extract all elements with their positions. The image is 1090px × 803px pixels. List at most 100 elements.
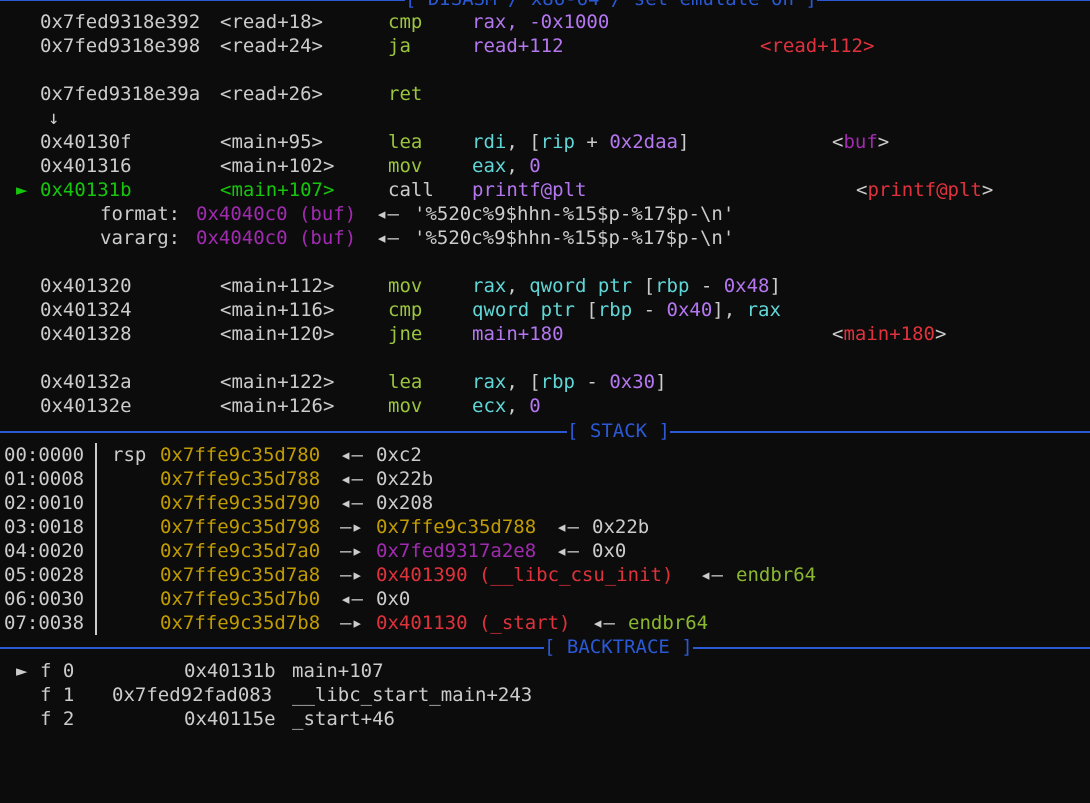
frame-symbol: _start+46 [292, 708, 395, 730]
disasm-line[interactable]: 0x40130f <main+95> lea rdi, [rip + 0x2da… [0, 130, 1090, 154]
disasm-mnemonic: ret [388, 83, 423, 105]
disasm-line[interactable]: 0x40132e <main+126> mov ecx, 0 [0, 394, 1090, 418]
stack-value: 0x401130 (_start) [376, 612, 571, 634]
stack-address: 0x7ffe9c35d7a8 [160, 564, 321, 586]
stack-arrow: —▸ [340, 564, 363, 586]
arg-name: format: [100, 203, 181, 225]
disasm-address: 0x40131b [40, 179, 132, 201]
arg-value: 0x4040c0 (buf) [196, 227, 357, 249]
stack-address: 0x7ffe9c35d7a0 [160, 540, 321, 562]
stack-arrow: —▸ [340, 540, 363, 562]
stack-row[interactable]: 01:0008 0x7ffe9c35d788 ◂— 0x22b [0, 467, 1090, 491]
flow-arrow-line: ↓ [0, 106, 1090, 130]
disasm-annotation: <printf@plt> [856, 179, 994, 201]
stack-offset: 04:0020 [4, 540, 85, 562]
down-arrow-icon: ↓ [48, 107, 60, 129]
stack-separator [0, 431, 1090, 433]
backtrace-title: [ BACKTRACE ] [544, 635, 693, 659]
stack-row[interactable]: 06:0030 0x7ffe9c35d7b0 ◂— 0x0 [0, 587, 1090, 611]
disasm-mnemonic: call [388, 179, 434, 201]
disasm-mnemonic: cmp [388, 299, 423, 321]
arg-arrow: ◂— [376, 227, 399, 249]
disasm-annotation: <read+112> [760, 35, 875, 57]
stack-address: 0x7ffe9c35d788 [160, 468, 321, 490]
stack-offset: 07:0038 [4, 612, 85, 634]
stack-offset: 00:0000 [4, 444, 85, 466]
disasm-line[interactable]: 0x401316 <main+102> mov eax, 0 [0, 154, 1090, 178]
stack-row[interactable]: 02:0010 0x7ffe9c35d790 ◂— 0x208 [0, 491, 1090, 515]
stack-row[interactable]: 03:0018 0x7ffe9c35d798 —▸ 0x7ffe9c35d788… [0, 515, 1090, 539]
disasm-operands: rax, [rbp - 0x30] [472, 371, 667, 393]
stack-address: 0x7ffe9c35d790 [160, 492, 321, 514]
disasm-address: 0x401320 [40, 275, 132, 297]
stack-row[interactable]: 05:0028 0x7ffe9c35d7a8 —▸ 0x401390 (__li… [0, 563, 1090, 587]
disasm-line[interactable]: 0x401324 <main+116> cmp qword ptr [rbp -… [0, 298, 1090, 322]
disasm-line[interactable]: 0x7fed9318e392 <read+18> cmp rax, -0x100… [0, 10, 1090, 34]
stack-value: endbr64 [628, 612, 709, 634]
disasm-operands: eax, 0 [472, 155, 541, 177]
stack-arrow: ◂— [340, 492, 363, 514]
stack-arrow: ◂— [340, 468, 363, 490]
disasm-symbol: <main+107> [220, 179, 335, 201]
frame-address: 0x7fed92fad083 [112, 684, 273, 706]
stack-address: 0x7ffe9c35d7b8 [160, 612, 321, 634]
stack-arrow: ◂— [340, 444, 363, 466]
disasm-line[interactable]: 0x401320 <main+112> mov rax, qword ptr [… [0, 274, 1090, 298]
disasm-annotation: <buf> [832, 131, 890, 153]
disasm-address: 0x401324 [40, 299, 132, 321]
arg-string: '%520c%9$hhn-%15$p-%17$p-\n' [414, 203, 735, 225]
disasm-mnemonic: mov [388, 155, 423, 177]
disasm-address: 0x401328 [40, 323, 132, 345]
stack-value: 0x0 [592, 540, 627, 562]
stack-row[interactable]: 07:0038 0x7ffe9c35d7b8 —▸ 0x401130 (_sta… [0, 611, 1090, 635]
disasm-line[interactable]: 0x401328 <main+120> jne main+180 <main+1… [0, 322, 1090, 346]
disasm-current-line[interactable]: ► 0x40131b <main+107> call printf@plt <p… [0, 178, 1090, 202]
backtrace-row[interactable]: f 1 0x7fed92fad083 __libc_start_main+243 [0, 683, 1090, 707]
stack-offset: 05:0028 [4, 564, 85, 586]
disasm-symbol: <main+116> [220, 299, 335, 321]
current-instruction-marker-icon: ► [16, 179, 28, 201]
disasm-symbol: <read+18> [220, 11, 323, 33]
frame-number: f 1 [40, 684, 75, 706]
frame-number: f 2 [40, 708, 75, 730]
disasm-address: 0x7fed9318e398 [40, 35, 201, 57]
disasm-line[interactable]: 0x7fed9318e39a <read+26> ret [0, 82, 1090, 106]
disasm-operands: rdi, [rip + 0x2daa] [472, 131, 690, 153]
stack-address: 0x7ffe9c35d7b0 [160, 588, 321, 610]
disasm-mnemonic: lea [388, 371, 423, 393]
stack-arrow: ◂— [592, 612, 615, 634]
stack-arrow: —▸ [340, 612, 363, 634]
disasm-line[interactable]: 0x7fed9318e398 <read+24> ja read+112 <re… [0, 34, 1090, 58]
stack-row[interactable]: 04:0020 0x7ffe9c35d7a0 —▸ 0x7fed9317a2e8… [0, 539, 1090, 563]
stack-value: 0x7fed9317a2e8 [376, 540, 537, 562]
disasm-address: 0x401316 [40, 155, 132, 177]
disasm-address: 0x7fed9318e39a [40, 83, 201, 105]
disasm-symbol: <main+120> [220, 323, 335, 345]
stack-offset: 03:0018 [4, 516, 85, 538]
disasm-mnemonic: lea [388, 131, 423, 153]
disasm-operands: printf@plt [472, 179, 587, 201]
disasm-symbol: <main+122> [220, 371, 335, 393]
disasm-line[interactable]: 0x40132a <main+122> lea rax, [rbp - 0x30… [0, 370, 1090, 394]
backtrace-row[interactable]: ► f 0 0x40131b main+107 [0, 659, 1090, 683]
disasm-operands: qword ptr [rbp - 0x40], rax [472, 299, 781, 321]
disasm-symbol: <read+24> [220, 35, 323, 57]
disasm-operands: main+180 [472, 323, 564, 345]
arg-name: vararg: [100, 227, 181, 249]
disasm-mnemonic: cmp [388, 11, 423, 33]
call-arg-line: format: 0x4040c0 (buf) ◂— '%520c%9$hhn-%… [0, 202, 1090, 226]
stack-offset: 02:0010 [4, 492, 85, 514]
disasm-symbol: <main+112> [220, 275, 335, 297]
stack-value: 0x208 [376, 492, 434, 514]
stack-arrow: ◂— [556, 540, 579, 562]
stack-value: 0x22b [376, 468, 434, 490]
arg-string: '%520c%9$hhn-%15$p-%17$p-\n' [414, 227, 735, 249]
backtrace-row[interactable]: f 2 0x40115e _start+46 [0, 707, 1090, 731]
arg-arrow: ◂— [376, 203, 399, 225]
stack-value: 0x401390 (__libc_csu_init) [376, 564, 674, 586]
stack-arrow: —▸ [340, 516, 363, 538]
stack-address: 0x7ffe9c35d798 [160, 516, 321, 538]
stack-row[interactable]: 00:0000 rsp 0x7ffe9c35d780 ◂— 0xc2 [0, 443, 1090, 467]
disasm-address: 0x40130f [40, 131, 132, 153]
disasm-address: 0x40132e [40, 395, 132, 417]
